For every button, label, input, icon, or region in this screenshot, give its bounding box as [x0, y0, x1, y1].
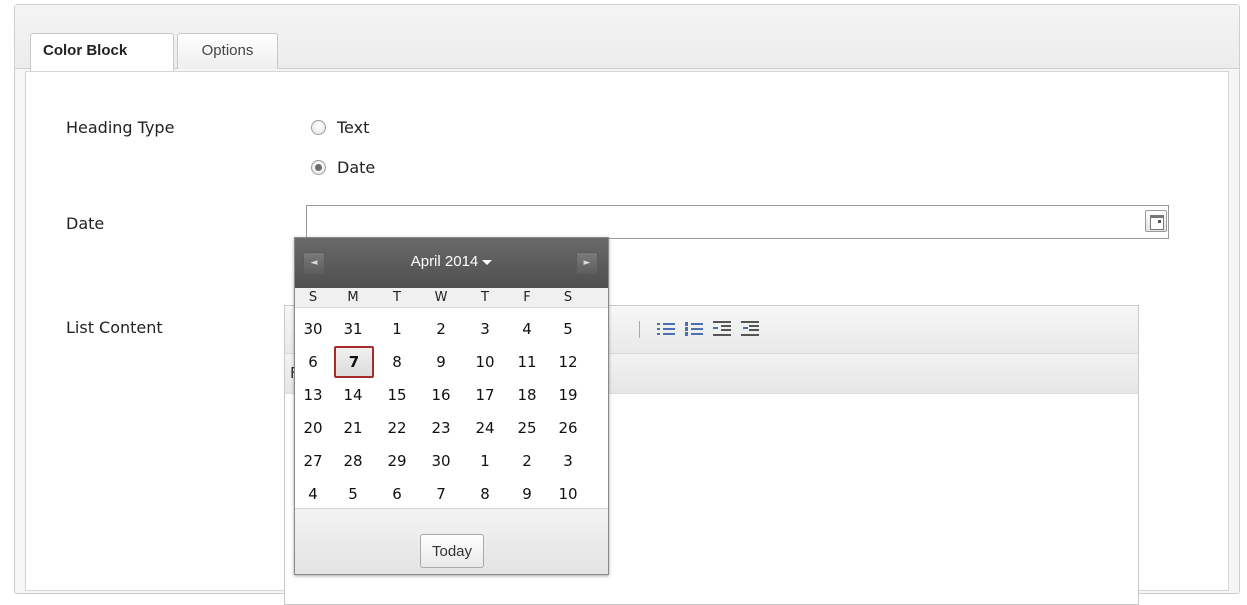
calendar-popup: ◄ April 2014 ► SMTWTFS 30 31 1 2 3 4 5 6 7 8 9 10 11…	[294, 237, 609, 575]
calendar-day[interactable]: 8	[467, 479, 503, 509]
calendar-day[interactable]: 1	[379, 314, 415, 344]
radio-date-option[interactable]: Date	[311, 158, 375, 177]
calendar-day[interactable]: 10	[550, 479, 586, 509]
calendar-day[interactable]: 17	[467, 380, 503, 410]
calendar-day[interactable]: 2	[423, 314, 459, 344]
weekday-label: F	[523, 290, 531, 305]
calendar-day[interactable]: 21	[335, 413, 371, 443]
toolbar-separator	[639, 321, 640, 338]
calendar-day[interactable]: 13	[295, 380, 331, 410]
calendar-day[interactable]: 31	[335, 314, 371, 344]
date-input[interactable]	[306, 205, 1169, 239]
calendar-day[interactable]: 6	[295, 347, 331, 377]
calendar-day[interactable]: 30	[295, 314, 331, 344]
calendar-day[interactable]: 11	[509, 347, 545, 377]
calendar-day[interactable]: 4	[509, 314, 545, 344]
calendar-day[interactable]: 9	[423, 347, 459, 377]
calendar-footer: Today	[295, 508, 608, 574]
calendar-day[interactable]: 3	[467, 314, 503, 344]
weekday-header: SMTWTFS	[295, 288, 608, 308]
calendar-day[interactable]: 20	[295, 413, 331, 443]
weekday-label: M	[347, 290, 359, 305]
caret-down-icon	[482, 259, 493, 265]
calendar-day[interactable]: 15	[379, 380, 415, 410]
radio-date-button[interactable]	[311, 160, 326, 175]
calendar-day[interactable]: 25	[509, 413, 545, 443]
calendar-day[interactable]: 3	[550, 446, 586, 476]
radio-text-option[interactable]: Text	[311, 118, 369, 137]
calendar-day[interactable]: 22	[379, 413, 415, 443]
weekday-label: T	[393, 290, 401, 305]
radio-text-label: Text	[337, 118, 370, 137]
calendar-day[interactable]: 24	[467, 413, 503, 443]
calendar-day[interactable]: 5	[335, 479, 371, 509]
calendar-day[interactable]: 2	[509, 446, 545, 476]
calendar-picker-button[interactable]	[1145, 210, 1167, 232]
date-label: Date	[66, 214, 105, 233]
calendar-day[interactable]: 29	[379, 446, 415, 476]
calendar-day[interactable]: 4	[295, 479, 331, 509]
tab-color-block[interactable]: Color Block	[30, 33, 174, 71]
calendar-day[interactable]: 26	[550, 413, 586, 443]
heading-type-label: Heading Type	[66, 118, 175, 137]
calendar-day[interactable]: 19	[550, 380, 586, 410]
tab-options-label: Options	[201, 42, 254, 59]
tab-color-block-label: Color Block	[43, 42, 128, 59]
numbered-list-icon[interactable]	[685, 320, 703, 338]
calendar-day[interactable]: 27	[295, 446, 331, 476]
calendar-day[interactable]: 18	[509, 380, 545, 410]
weekday-label: S	[308, 290, 318, 305]
calendar-day[interactable]: 30	[423, 446, 459, 476]
radio-date-label: Date	[337, 158, 376, 177]
calendar-day[interactable]: 5	[550, 314, 586, 344]
chevron-right-icon: ►	[583, 258, 591, 268]
weekday-label: T	[481, 290, 489, 305]
calendar-day[interactable]: 8	[379, 347, 415, 377]
list-content-label: List Content	[66, 318, 163, 337]
today-button[interactable]: Today	[420, 534, 484, 568]
calendar-day[interactable]: 1	[467, 446, 503, 476]
calendar-day[interactable]: 9	[509, 479, 545, 509]
tab-panel: Heading Type Text Date Date List Content…	[25, 71, 1229, 605]
month-year-selector[interactable]: April 2014	[295, 253, 608, 270]
weekday-label: S	[563, 290, 573, 305]
calendar-day[interactable]: 7	[423, 479, 459, 509]
radio-text-button[interactable]	[311, 120, 326, 135]
indent-icon[interactable]	[713, 320, 731, 338]
calendar-day[interactable]: 12	[550, 347, 586, 377]
calendar-day[interactable]: 10	[467, 347, 503, 377]
calendar-day[interactable]: 14	[335, 380, 371, 410]
tab-bar: Color Block Options	[15, 5, 1239, 71]
calendar-day[interactable]: 6	[379, 479, 415, 509]
calendar-day[interactable]: 23	[423, 413, 459, 443]
calendar-day[interactable]: 16	[423, 380, 459, 410]
weekday-label: W	[434, 290, 448, 305]
bulleted-list-icon[interactable]	[657, 320, 675, 338]
calendar-day[interactable]: 28	[335, 446, 371, 476]
calendar-header: ◄ April 2014 ►	[295, 238, 608, 288]
next-month-button[interactable]: ►	[576, 252, 598, 274]
calendar-day-today[interactable]: 7	[334, 346, 374, 378]
month-year-label: April 2014	[410, 253, 479, 270]
widget-frame: Color Block Options Heading Type Text Da…	[14, 4, 1240, 605]
tab-options[interactable]: Options	[177, 33, 278, 69]
outdent-icon[interactable]	[741, 320, 759, 338]
